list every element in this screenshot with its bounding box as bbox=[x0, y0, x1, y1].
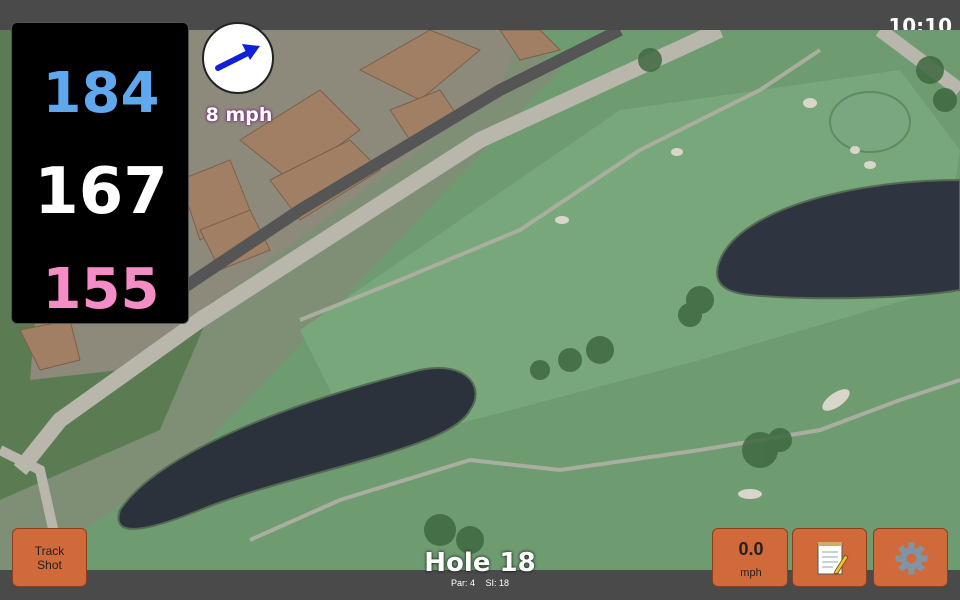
wind-arrow-icon bbox=[215, 44, 260, 71]
hole-title[interactable]: Hole 18 bbox=[400, 548, 560, 578]
speed-button[interactable]: 0.0 mph bbox=[712, 528, 788, 587]
distance-front: 155 bbox=[42, 257, 160, 322]
gear-icon bbox=[895, 542, 928, 575]
hole-stroke-index: SI: 18 bbox=[485, 578, 510, 588]
distance-panel: 184 167 155 bbox=[11, 22, 189, 324]
wind-indicator bbox=[202, 22, 274, 94]
track-shot-button[interactable]: Track Shot bbox=[12, 528, 87, 587]
hole-par: Par: 4 bbox=[450, 578, 475, 588]
notepad-icon bbox=[817, 542, 849, 575]
track-shot-label-line1: Track bbox=[34, 543, 65, 558]
distance-middle: 167 bbox=[34, 155, 168, 229]
wind-speed: 8 mph bbox=[205, 104, 273, 126]
speed-value: 0.0 bbox=[738, 539, 764, 559]
track-shot-label-line2: Shot bbox=[37, 557, 62, 572]
speed-unit: mph bbox=[740, 567, 762, 579]
distance-back: 184 bbox=[42, 61, 160, 126]
settings-button[interactable] bbox=[873, 528, 948, 587]
notes-button[interactable] bbox=[792, 528, 867, 587]
hole-info: Par: 4 SI: 18 bbox=[400, 578, 560, 588]
